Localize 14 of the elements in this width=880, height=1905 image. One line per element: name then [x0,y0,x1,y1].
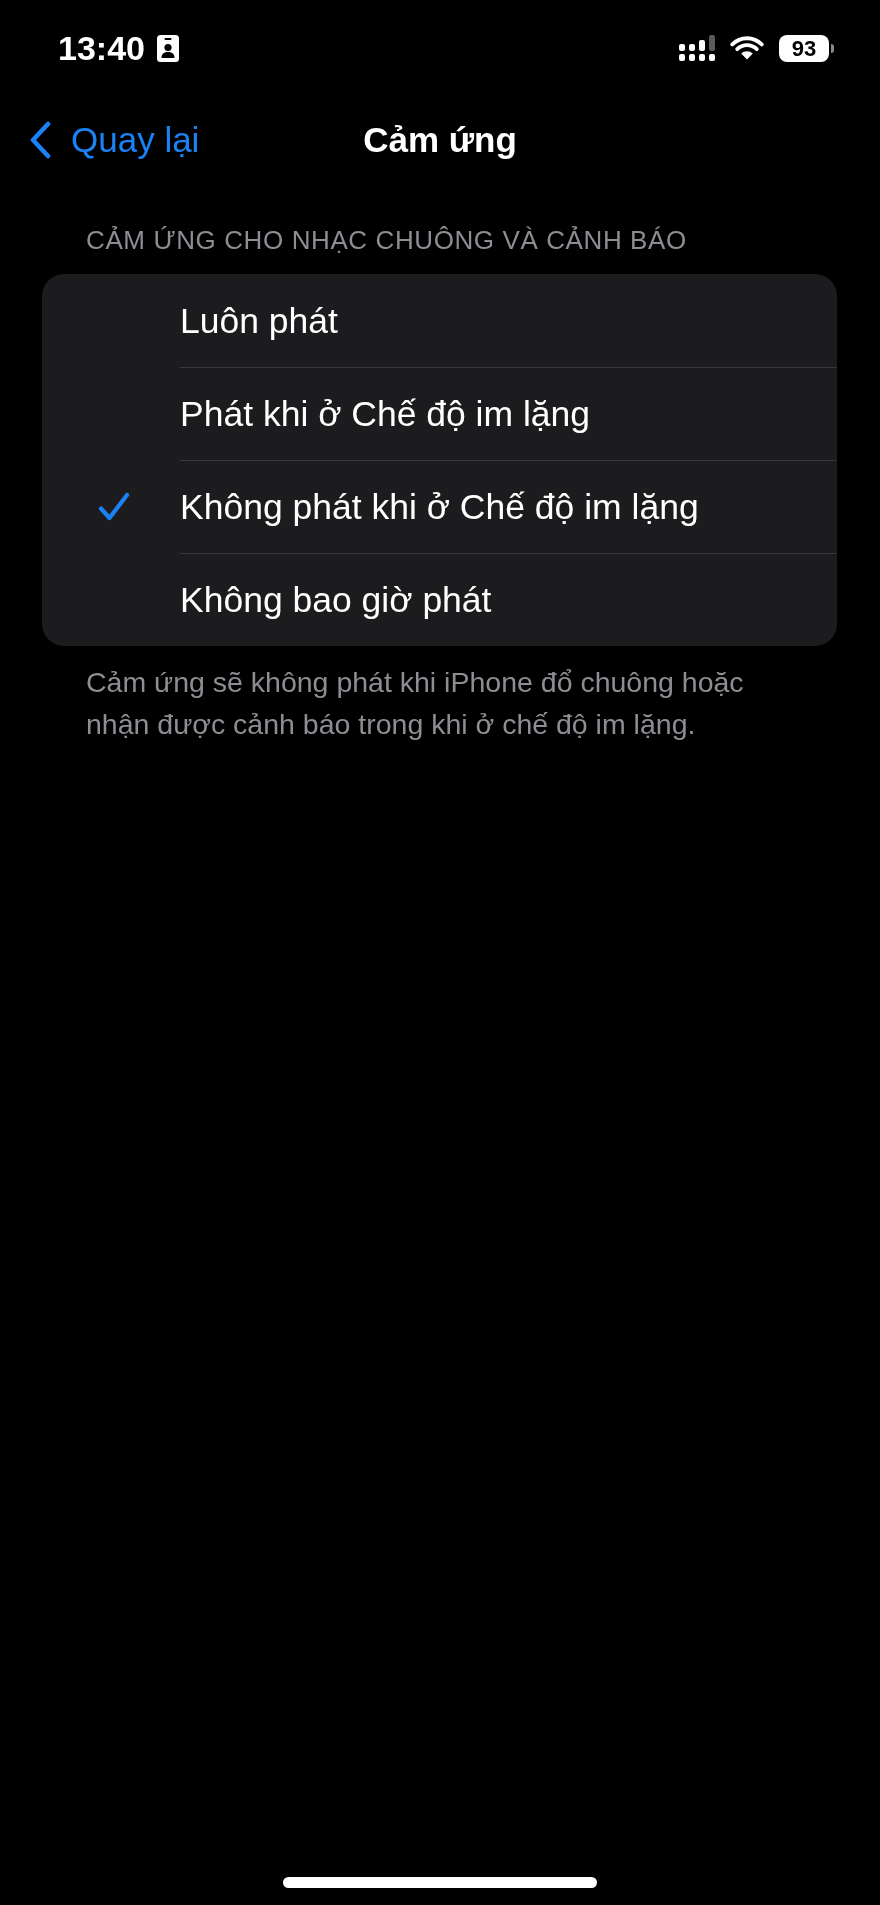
nav-title: Cảm ứng [363,119,517,161]
section-header: CẢM ỨNG CHO NHẠC CHUÔNG VÀ CẢNH BÁO [85,224,688,256]
option-item[interactable]: Không bao giờ phát [42,553,837,646]
back-button[interactable]: Quay lại [0,119,200,161]
person-card-icon [156,34,179,62]
signal-icon [679,35,715,61]
status-time: 13:40 [58,29,145,67]
battery-indicator: 93 [779,34,834,62]
option-item[interactable]: Không phát khi ở Chế độ im lặng [42,460,837,553]
option-item[interactable]: Luôn phát [42,274,837,367]
option-item[interactable]: Phát khi ở Chế độ im lặng [42,367,837,460]
section-footer: Cảm ứng sẽ không phát khi iPhone đổ chuông hoặc nhận được cảnh báo trong khi ở chế độ im lặng. [0,661,880,745]
chevron-left-icon [28,121,52,159]
wifi-icon [730,36,764,60]
